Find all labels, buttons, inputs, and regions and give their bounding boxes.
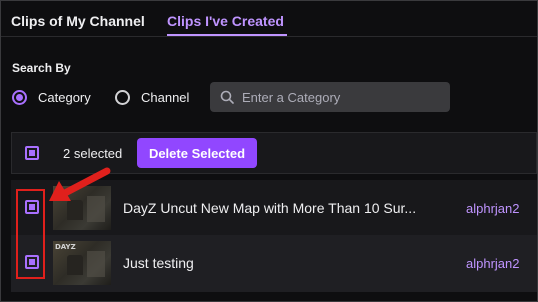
select-all-checkbox[interactable] xyxy=(25,146,39,160)
arrow-icon xyxy=(49,167,111,201)
category-search-field[interactable] xyxy=(210,82,450,112)
channel-radio-label[interactable]: Channel xyxy=(141,90,189,105)
tab-clips-of-my-channel[interactable]: Clips of My Channel xyxy=(11,13,145,29)
search-by-label: Search By xyxy=(12,61,71,75)
clip-thumbnail[interactable]: DAYZ xyxy=(53,241,111,285)
delete-selected-button[interactable]: Delete Selected xyxy=(137,138,257,168)
clip-creator[interactable]: alphrjan2 xyxy=(466,201,520,216)
search-icon xyxy=(220,90,234,104)
clip-creator[interactable]: alphrjan2 xyxy=(466,256,520,271)
clip-title[interactable]: Just testing xyxy=(123,255,194,271)
clip-row[interactable]: DAYZ Just testing alphrjan2 xyxy=(11,235,537,292)
tab-clips-ive-created[interactable]: Clips I've Created xyxy=(167,13,284,29)
selected-count: 2 selected xyxy=(63,146,123,161)
channel-radio[interactable] xyxy=(115,90,130,105)
tab-bar: Clips of My Channel Clips I've Created xyxy=(1,1,537,37)
category-radio[interactable] xyxy=(12,90,27,105)
category-search-input[interactable] xyxy=(242,82,442,112)
clip-title[interactable]: DayZ Uncut New Map with More Than 10 Sur… xyxy=(123,200,416,216)
active-tab-indicator xyxy=(167,34,287,36)
category-radio-label[interactable]: Category xyxy=(38,90,91,105)
thumbnail-logo-text: DAYZ xyxy=(55,243,76,251)
annotation-highlight-box xyxy=(16,189,45,279)
